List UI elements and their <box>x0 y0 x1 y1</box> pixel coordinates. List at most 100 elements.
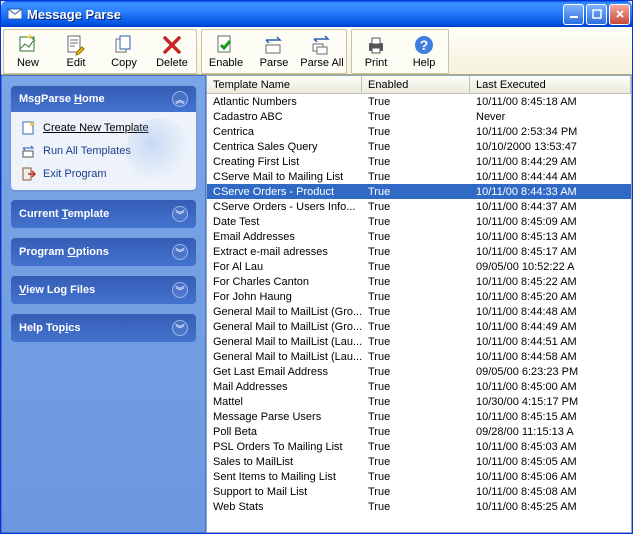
cell-last: 10/11/00 8:45:17 AM <box>470 246 631 258</box>
parse-button[interactable]: Parse <box>250 30 298 73</box>
table-row[interactable]: Cadastro ABCTrueNever <box>207 109 631 124</box>
table-row[interactable]: CServe Orders - ProductTrue10/11/00 8:44… <box>207 184 631 199</box>
table-row[interactable]: CServe Orders - Users Info...True10/11/0… <box>207 199 631 214</box>
cell-last: 10/11/00 8:45:00 AM <box>470 381 631 393</box>
edit-icon <box>65 34 87 56</box>
cell-name: General Mail to MailList (Gro... <box>207 306 362 318</box>
table-row[interactable]: General Mail to MailList (Gro...True10/1… <box>207 319 631 334</box>
sidebar-panel-collapsed[interactable]: Program Options︾ <box>11 238 196 266</box>
table-row[interactable]: For Charles CantonTrue10/11/00 8:45:22 A… <box>207 274 631 289</box>
sidebar-spacer <box>11 352 196 522</box>
sidebar-panel-home-header[interactable]: MsgParse Home ︽ <box>11 86 196 112</box>
cell-last: 09/28/00 11:15:13 A <box>470 426 631 438</box>
cell-name: CServe Orders - Users Info... <box>207 201 362 213</box>
table-row[interactable]: CentricaTrue10/11/00 2:53:34 PM <box>207 124 631 139</box>
table-row[interactable]: Creating First ListTrue10/11/00 8:44:29 … <box>207 154 631 169</box>
table-row[interactable]: General Mail to MailList (Gro...True10/1… <box>207 304 631 319</box>
sidebar-item[interactable]: Run All Templates <box>17 141 190 161</box>
cell-enabled: True <box>362 396 470 408</box>
table-row[interactable]: Extract e-mail adressesTrue10/11/00 8:45… <box>207 244 631 259</box>
rows-container[interactable]: Atlantic NumbersTrue10/11/00 8:45:18 AMC… <box>207 94 631 532</box>
parseall-button[interactable]: Parse All <box>298 30 346 73</box>
cell-enabled: True <box>362 261 470 273</box>
cell-enabled: True <box>362 351 470 363</box>
chevron-down-icon: ︾ <box>172 244 188 260</box>
sidebar-panel-collapsed[interactable]: Help Topics︾ <box>11 314 196 342</box>
table-row[interactable]: Atlantic NumbersTrue10/11/00 8:45:18 AM <box>207 94 631 109</box>
panel-title: Current Template <box>19 208 109 220</box>
cell-name: Centrica Sales Query <box>207 141 362 153</box>
cell-last: 10/11/00 8:45:06 AM <box>470 471 631 483</box>
col-last-executed[interactable]: Last Executed <box>470 76 631 93</box>
table-row[interactable]: Mail AddressesTrue10/11/00 8:45:00 AM <box>207 379 631 394</box>
app-window: Message Parse New Edit CopyDelete Enable Par… <box>0 0 633 534</box>
table-row[interactable]: Centrica Sales QueryTrue10/10/2000 13:53… <box>207 139 631 154</box>
table-row[interactable]: MattelTrue10/30/00 4:15:17 PM <box>207 394 631 409</box>
table-row[interactable]: For John HaungTrue10/11/00 8:45:20 AM <box>207 289 631 304</box>
cell-enabled: True <box>362 441 470 453</box>
toolbar-label: New <box>17 57 39 69</box>
table-row[interactable]: Web StatsTrue10/11/00 8:45:25 AM <box>207 499 631 514</box>
copy-button[interactable]: Copy <box>100 30 148 73</box>
cell-last: 09/05/00 6:23:23 PM <box>470 366 631 378</box>
cell-name: Date Test <box>207 216 362 228</box>
table-row[interactable]: Email AddressesTrue10/11/00 8:45:13 AM <box>207 229 631 244</box>
enable-button[interactable]: Enable <box>202 30 250 73</box>
edit-button[interactable]: Edit <box>52 30 100 73</box>
column-headers: Template Name Enabled Last Executed <box>207 76 631 94</box>
exit-icon <box>21 166 37 182</box>
cell-enabled: True <box>362 486 470 498</box>
table-row[interactable]: Message Parse UsersTrue10/11/00 8:45:15 … <box>207 409 631 424</box>
cell-name: Poll Beta <box>207 426 362 438</box>
cell-name: For John Haung <box>207 291 362 303</box>
col-template-name[interactable]: Template Name <box>207 76 362 93</box>
table-row[interactable]: Poll BetaTrue09/28/00 11:15:13 A <box>207 424 631 439</box>
table-row[interactable]: Date TestTrue10/11/00 8:45:09 AM <box>207 214 631 229</box>
maximize-button[interactable] <box>586 4 607 25</box>
toolbar-label: Edit <box>67 57 86 69</box>
sidebar-panel-collapsed[interactable]: View Log Files︾ <box>11 276 196 304</box>
close-button[interactable] <box>609 4 630 25</box>
sidebar-item[interactable]: Create New Template <box>17 118 190 138</box>
table-row[interactable]: Sent Items to Mailing ListTrue10/11/00 8… <box>207 469 631 484</box>
cell-name: Support to Mail List <box>207 486 362 498</box>
table-row[interactable]: General Mail to MailList (Lau...True10/1… <box>207 349 631 364</box>
toolbar-label: Enable <box>209 57 243 69</box>
cell-last: 10/11/00 8:45:08 AM <box>470 486 631 498</box>
cell-name: Cadastro ABC <box>207 111 362 123</box>
cell-last: 09/05/00 10:52:22 A <box>470 261 631 273</box>
table-row[interactable]: Get Last Email AddressTrue09/05/00 6:23:… <box>207 364 631 379</box>
delete-button[interactable]: Delete <box>148 30 196 73</box>
table-row[interactable]: PSL Orders To Mailing ListTrue10/11/00 8… <box>207 439 631 454</box>
table-row[interactable]: CServe Mail to Mailing ListTrue10/11/00 … <box>207 169 631 184</box>
sidebar-panel-home-body: Create New Template Run All Templates Exit… <box>11 112 196 190</box>
parse-all-icon <box>311 34 333 56</box>
cell-enabled: True <box>362 426 470 438</box>
table-row[interactable]: General Mail to MailList (Lau...True10/1… <box>207 334 631 349</box>
new-button[interactable]: New <box>4 30 52 73</box>
table-row[interactable]: Support to Mail ListTrue10/11/00 8:45:08… <box>207 484 631 499</box>
cell-name: For Charles Canton <box>207 276 362 288</box>
cell-last: 10/11/00 8:45:13 AM <box>470 231 631 243</box>
col-enabled[interactable]: Enabled <box>362 76 470 93</box>
cell-enabled: True <box>362 306 470 318</box>
cell-last: 10/11/00 8:45:25 AM <box>470 501 631 513</box>
sidebar-item-label: Create New Template <box>43 122 149 134</box>
cell-enabled: True <box>362 471 470 483</box>
cell-enabled: True <box>362 156 470 168</box>
cell-name: Creating First List <box>207 156 362 168</box>
cell-last: 10/11/00 8:45:15 AM <box>470 411 631 423</box>
cell-enabled: True <box>362 456 470 468</box>
help-button[interactable]: ?Help <box>400 30 448 73</box>
toolbar-label: Parse <box>260 57 289 69</box>
window-title: Message Parse <box>27 7 563 22</box>
sidebar-item[interactable]: Exit Program <box>17 164 190 184</box>
app-icon <box>7 6 23 22</box>
table-row[interactable]: For Al LauTrue09/05/00 10:52:22 A <box>207 259 631 274</box>
print-button[interactable]: Print <box>352 30 400 73</box>
cell-last: 10/10/2000 13:53:47 <box>470 141 631 153</box>
minimize-button[interactable] <box>563 4 584 25</box>
sidebar-panel-home-title: MsgParse Home <box>19 93 105 105</box>
table-row[interactable]: Sales to MailListTrue10/11/00 8:45:05 AM <box>207 454 631 469</box>
sidebar-panel-collapsed[interactable]: Current Template︾ <box>11 200 196 228</box>
